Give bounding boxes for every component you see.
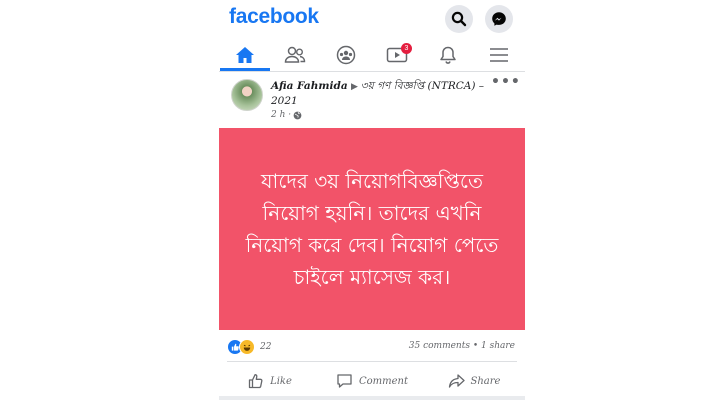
like-label: Like xyxy=(270,375,292,387)
nav-groups[interactable] xyxy=(321,41,371,69)
post-meta: 2 h · xyxy=(271,110,302,120)
share-label: Share xyxy=(470,375,501,387)
globe-icon xyxy=(293,111,302,119)
comment-icon xyxy=(337,374,352,388)
messenger-icon xyxy=(492,12,506,26)
messenger-button[interactable] xyxy=(485,5,513,33)
more-options-button[interactable]: ••• xyxy=(491,74,521,90)
author-name[interactable]: Afia Fahmida xyxy=(271,80,348,92)
share-icon xyxy=(448,374,465,388)
watch-badge: 3 xyxy=(401,43,412,54)
divider xyxy=(227,361,517,362)
facebook-logo[interactable]: facebook xyxy=(229,5,319,29)
friends-icon xyxy=(284,46,306,63)
comment-button[interactable]: Comment xyxy=(321,368,423,394)
menu-icon xyxy=(490,48,508,62)
haha-reaction-icon xyxy=(239,339,255,355)
home-icon xyxy=(236,46,254,63)
nav-friends[interactable] xyxy=(270,41,320,69)
post-content: যাদের ৩য় নিয়োগবিজ্ঞপ্তিতে নিয়োগ হয়নি… xyxy=(219,128,525,330)
share-button[interactable]: Share xyxy=(423,368,525,394)
reaction-count: 22 xyxy=(260,342,272,352)
nav-home[interactable] xyxy=(220,41,270,71)
groups-icon xyxy=(336,45,356,65)
nav-notifications[interactable] xyxy=(423,41,473,69)
nav-bar: 3 xyxy=(219,41,525,72)
nav-menu[interactable] xyxy=(474,41,524,69)
post-header: Afia Fahmida ▶ ৩য় গণ বিজ্ঞপ্তি (NTRCA) … xyxy=(219,74,525,126)
post-text: যাদের ৩য় নিয়োগবিজ্ঞপ্তিতে নিয়োগ হয়নি… xyxy=(245,169,499,289)
avatar[interactable] xyxy=(231,79,263,111)
post-author-line: Afia Fahmida ▶ ৩য় গণ বিজ্ঞপ্তি (NTRCA) … xyxy=(271,79,486,108)
like-icon xyxy=(248,374,263,389)
search-button[interactable] xyxy=(445,5,473,33)
search-icon xyxy=(451,11,467,27)
comments-shares-count[interactable]: 35 comments • 1 share xyxy=(409,341,515,351)
like-button[interactable]: Like xyxy=(219,368,321,394)
arrow-right-icon: ▶ xyxy=(350,82,361,92)
post-time[interactable]: 2 h · xyxy=(271,110,291,120)
feed-divider xyxy=(219,396,525,400)
top-bar: facebook xyxy=(219,0,525,38)
comment-label: Comment xyxy=(358,375,408,387)
reactions-summary[interactable]: 22 xyxy=(227,339,271,355)
facebook-mobile-view: facebook 3 Afia Fahmida ▶ ৩য় গণ বিজ্ঞপ্… xyxy=(219,0,525,400)
nav-watch[interactable]: 3 xyxy=(372,41,422,69)
bell-icon xyxy=(440,46,456,64)
post-actions: Like Comment Share xyxy=(219,368,525,394)
